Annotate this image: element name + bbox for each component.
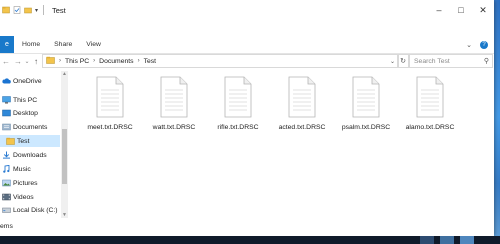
file-name: alamo.txt.DRSC <box>405 124 455 131</box>
sidebar-item-desktop[interactable]: Desktop <box>0 107 60 119</box>
taskbar-app-icon[interactable] <box>460 236 474 244</box>
videos-folder-icon <box>2 193 11 201</box>
folder-location-icon <box>46 56 55 66</box>
close-icon[interactable]: ✕ <box>472 0 494 20</box>
status-bar-text: ems <box>0 223 13 230</box>
sidebar-item-label: Downloads <box>13 151 47 159</box>
folder-icon <box>6 137 15 145</box>
ribbon-tabs: e Home Share View ⌄ ? <box>0 36 494 54</box>
help-icon[interactable]: ? <box>480 40 488 49</box>
explorer-app-icon[interactable] <box>2 6 10 14</box>
file-explorer-window: ▾ Test – □ ✕ e Home Share View ⌄ ? ← → ⌄… <box>0 0 494 236</box>
new-folder-icon[interactable] <box>24 6 32 14</box>
sidebar-item-onedrive[interactable]: OneDrive <box>0 75 60 87</box>
file-item[interactable]: rifle.txt.DRSC <box>208 76 268 146</box>
sidebar-item-documents[interactable]: Documents <box>0 121 60 133</box>
desktop-folder-icon <box>2 109 11 117</box>
pictures-folder-icon <box>2 179 11 187</box>
computer-icon <box>2 96 11 104</box>
navigation-pane: OneDrive This PC Desktop Documents Test … <box>0 71 60 231</box>
text-document-icon <box>160 76 188 118</box>
sidebar-item-pictures[interactable]: Pictures <box>0 177 60 189</box>
sidebar-item-label: This PC <box>13 96 38 104</box>
search-icon: ⚲ <box>483 58 489 65</box>
text-document-icon <box>288 76 316 118</box>
tab-home[interactable]: Home <box>22 41 40 48</box>
quick-access-toolbar: ▾ <box>2 5 45 15</box>
breadcrumb-this-pc[interactable]: This PC <box>65 58 89 65</box>
file-name: psalm.txt.DRSC <box>341 124 391 131</box>
scroll-down-icon[interactable]: ▼ <box>61 212 68 218</box>
address-dropdown-icon[interactable]: ⌄ <box>390 58 395 65</box>
window-title: Test <box>52 5 66 15</box>
file-item[interactable]: alamo.txt.DRSC <box>400 76 460 146</box>
text-document-icon <box>352 76 380 118</box>
sidebar-item-this-pc[interactable]: This PC <box>0 94 60 106</box>
text-document-icon <box>224 76 252 118</box>
tab-file[interactable]: e <box>0 36 14 53</box>
address-bar[interactable]: › This PC › Documents › Test ⌄ <box>42 54 399 68</box>
up-arrow-icon[interactable]: ↑ <box>30 57 42 66</box>
sidebar-item-local-disk[interactable]: Local Disk (C:) <box>0 204 60 216</box>
file-item[interactable]: meet.txt.DRSC <box>80 76 140 146</box>
sidebar-item-label: Desktop <box>13 109 38 117</box>
file-item[interactable]: watt.txt.DRSC <box>144 76 204 146</box>
taskbar-app-icon[interactable] <box>420 236 434 244</box>
breadcrumb-test[interactable]: Test <box>144 58 156 65</box>
file-name: meet.txt.DRSC <box>87 124 133 131</box>
sidebar-item-label: Music <box>13 165 31 173</box>
text-document-icon <box>416 76 444 118</box>
minimize-icon[interactable]: – <box>428 0 450 20</box>
navigation-bar: ← → ⌄ ↑ › This PC › Documents › Test ⌄ ↻… <box>0 53 494 69</box>
qat-dropdown-icon[interactable]: ▾ <box>35 7 38 14</box>
text-document-icon <box>96 76 124 118</box>
cloud-icon <box>2 77 11 85</box>
tab-share[interactable]: Share <box>54 41 72 48</box>
nav-pane-scrollbar[interactable]: ▲ ▼ <box>61 71 68 218</box>
sidebar-item-label: Local Disk (C:) <box>13 206 58 214</box>
scroll-up-icon[interactable]: ▲ <box>61 71 68 77</box>
music-folder-icon <box>2 164 11 173</box>
refresh-icon[interactable]: ↻ <box>397 54 409 68</box>
sidebar-item-label: Pictures <box>13 179 38 187</box>
search-placeholder: Search Test <box>414 57 450 65</box>
sidebar-item-downloads[interactable]: Downloads <box>0 149 60 161</box>
forward-arrow-icon[interactable]: → <box>12 57 24 66</box>
title-bar: ▾ Test – □ ✕ <box>0 0 494 20</box>
window-controls: – □ ✕ <box>428 0 494 20</box>
title-divider <box>43 5 45 15</box>
tab-view[interactable]: View <box>86 41 101 48</box>
back-arrow-icon[interactable]: ← <box>0 57 12 66</box>
properties-icon[interactable] <box>13 6 21 14</box>
file-name: watt.txt.DRSC <box>152 124 196 131</box>
disk-icon <box>2 206 11 214</box>
sidebar-item-music[interactable]: Music <box>0 163 60 175</box>
ribbon-expand-icon[interactable]: ⌄ <box>466 41 472 49</box>
taskbar-app-icon[interactable] <box>440 236 454 244</box>
sidebar-item-label: Documents <box>13 123 48 131</box>
documents-folder-icon <box>2 123 11 131</box>
sidebar-item-videos[interactable]: Videos <box>0 191 60 203</box>
sidebar-item-label: OneDrive <box>13 77 42 85</box>
file-item[interactable]: acted.txt.DRSC <box>272 76 332 146</box>
search-input[interactable]: Search Test ⚲ <box>409 54 493 68</box>
file-name: rifle.txt.DRSC <box>217 124 259 131</box>
breadcrumb-separator-icon[interactable]: › <box>59 58 61 64</box>
download-folder-icon <box>2 151 11 159</box>
maximize-icon[interactable]: □ <box>450 0 472 20</box>
sidebar-item-label: Videos <box>13 193 34 201</box>
scrollbar-thumb[interactable] <box>62 129 67 184</box>
breadcrumb-separator-icon[interactable]: › <box>138 58 140 64</box>
breadcrumb-separator-icon[interactable]: › <box>93 58 95 64</box>
file-item[interactable]: psalm.txt.DRSC <box>336 76 396 146</box>
sidebar-item-label: Test <box>17 137 30 145</box>
taskbar <box>0 236 500 244</box>
breadcrumb-documents[interactable]: Documents <box>99 58 133 65</box>
file-name: acted.txt.DRSC <box>278 124 326 131</box>
sidebar-item-test[interactable]: Test <box>0 135 60 147</box>
